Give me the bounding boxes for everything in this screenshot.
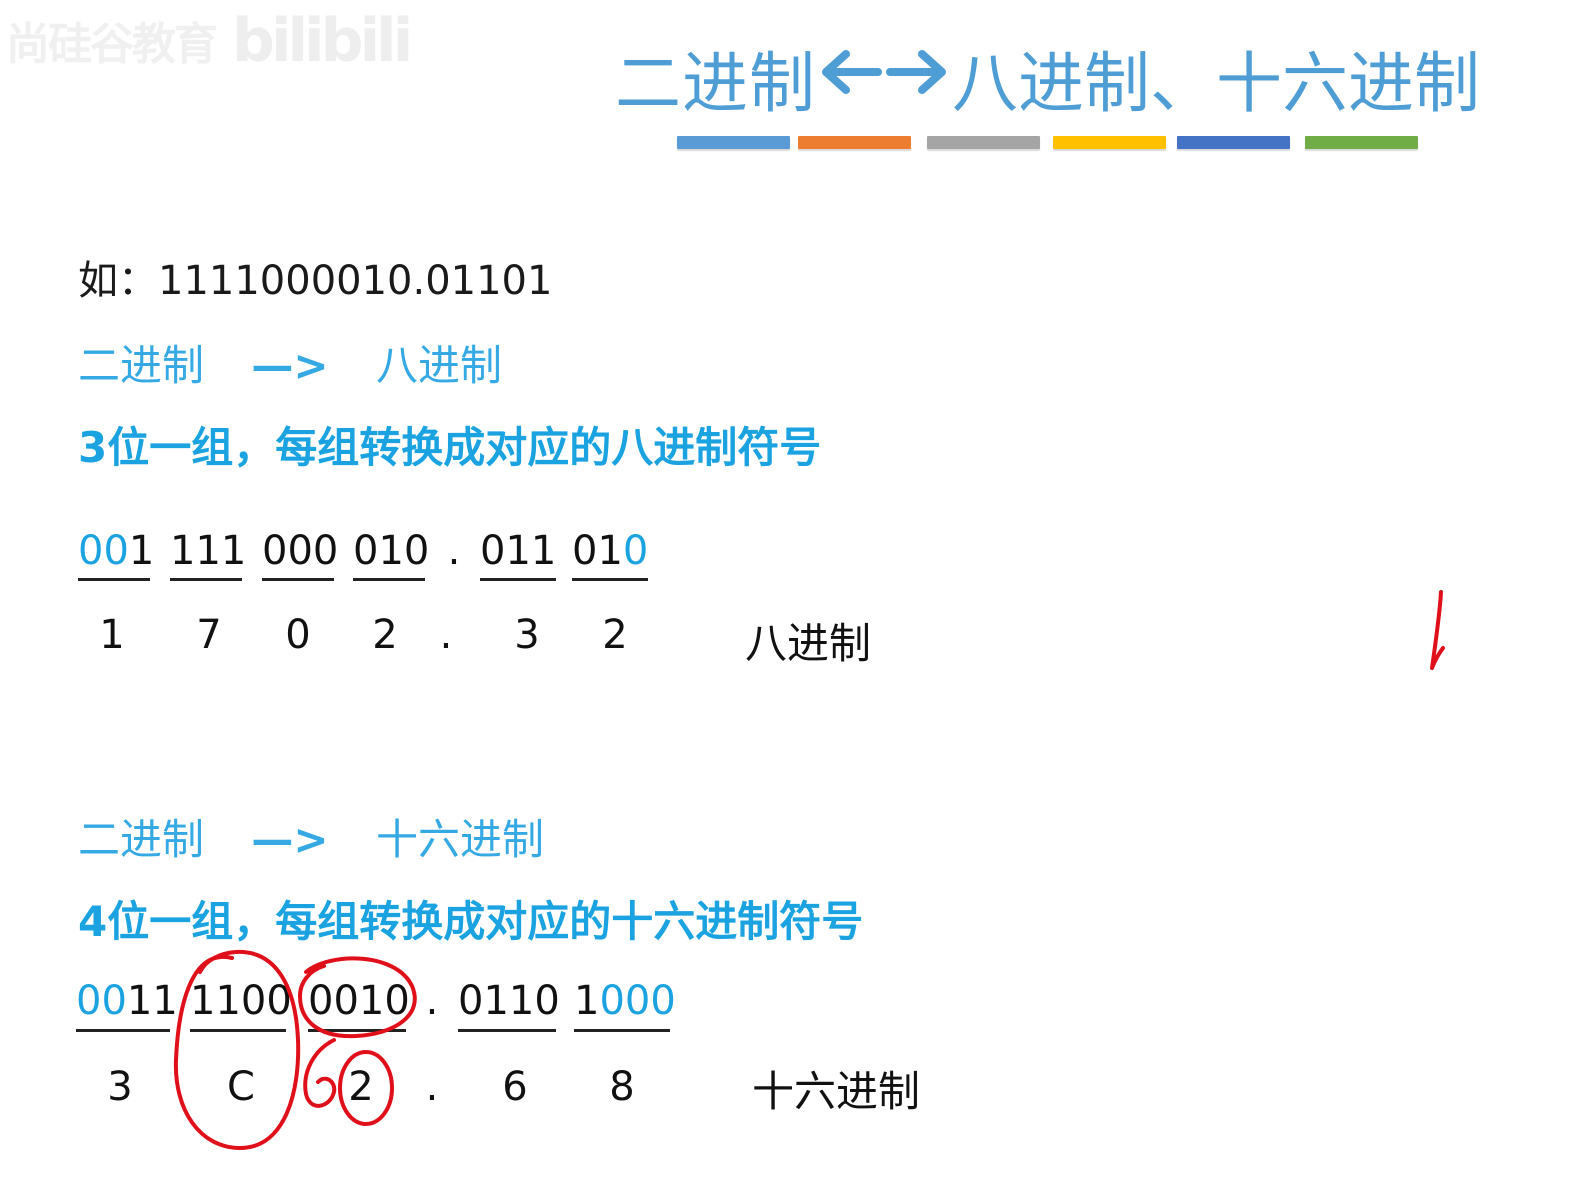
octal_section-binary-group: 001: [78, 528, 154, 574]
octal-heading-to: 八进制: [375, 341, 502, 390]
octal_section-group-underline: [170, 578, 242, 581]
group-bits: 1100: [190, 978, 292, 1024]
hex_section-binary-group: 0011: [76, 978, 178, 1024]
hex_section-group-underline: [458, 1029, 556, 1032]
hex_section-binary-group: 1000: [574, 978, 676, 1024]
title-bar-4: [1053, 136, 1166, 149]
example-line: 如：1111000010.01101: [78, 248, 552, 306]
octal-heading-from: 二进制: [78, 341, 205, 390]
group-bits: 1: [574, 978, 600, 1024]
hex_section-converted-digit: 3: [107, 1064, 133, 1110]
octal-heading: 二进制 —> 八进制: [78, 332, 502, 393]
hex_section-binary-group: 0010: [308, 978, 410, 1024]
title-bar-6: [1305, 136, 1418, 149]
hex_section-group-underline: [190, 1029, 286, 1032]
octal-result-label: 八进制: [745, 619, 872, 668]
hex-heading-arrow: —>: [251, 815, 329, 864]
hex_section-group-underline: [308, 1029, 406, 1032]
group-bits: 0010: [308, 978, 410, 1024]
octal_section-binary-group: 011: [480, 528, 556, 574]
hex_section-converted-digit: .: [425, 1064, 439, 1110]
octal_section-converted-digit: 2: [372, 612, 398, 658]
title-bar-2: [798, 136, 911, 149]
octal_section-group-underline: [262, 578, 334, 581]
bilibili-logo: bilibili: [232, 6, 413, 76]
page-title-right: 八进制、十六进制: [952, 45, 1480, 122]
hex_section-converted-digit: 6: [502, 1064, 528, 1110]
hex_section-binary-group: 1100: [190, 978, 292, 1024]
octal-description: 3位一组，每组转换成对应的八进制符号: [78, 423, 822, 472]
highlighted-padding-zeros: 000: [599, 978, 676, 1024]
octal_section-group-underline: [480, 578, 556, 581]
octal_section-group-underline: [572, 578, 648, 581]
octal_section-binary-group: .: [440, 528, 468, 574]
group-bits: 01: [572, 528, 623, 574]
octal_section-converted-digit: 2: [602, 612, 628, 658]
hex_section-converted-digit: 8: [609, 1064, 635, 1110]
hex_section-converted-digit: C: [227, 1064, 255, 1110]
hex_section-converted-digit: 2: [348, 1064, 374, 1110]
title-bar-5: [1177, 136, 1290, 149]
highlighted-padding-zeros: 00: [78, 528, 129, 574]
group-bits: 0110: [458, 978, 560, 1024]
pen-mark-right: [1430, 590, 1445, 670]
octal_section-binary-group: 010: [572, 528, 648, 574]
group-bits: 011: [480, 528, 557, 574]
octal_section-converted-digit: 1: [99, 612, 125, 658]
title-bar-3: [927, 136, 1040, 149]
octal-heading-arrow: —>: [251, 341, 329, 390]
pen-arrow-hook: [303, 1038, 337, 1108]
watermark-text: 尚硅谷教育: [6, 19, 218, 70]
octal_section-converted-digit: .: [439, 612, 453, 658]
octal_section-binary-group: 000: [262, 528, 338, 574]
hex_section-binary-group: .: [418, 978, 446, 1024]
title-arrows: [820, 42, 950, 102]
group-bits: .: [447, 528, 461, 574]
example-prefix: 如：: [78, 258, 158, 304]
hex-description: 4位一组，每组转换成对应的十六进制符号: [78, 897, 864, 946]
hex-result-label: 十六进制: [752, 1067, 921, 1116]
highlighted-padding-zeros: 0: [622, 528, 649, 574]
hex_section-group-underline: [76, 1029, 170, 1032]
octal_section-converted-digit: 7: [196, 612, 222, 658]
double-arrow-icon: [822, 50, 946, 94]
watermark: 尚硅谷教育 bilibili: [0, 0, 420, 80]
title-bar-1: [677, 136, 790, 149]
group-bits: 11: [126, 978, 178, 1024]
octal_section-converted-digit: 3: [514, 612, 540, 658]
page-title-left: 二进制: [615, 45, 816, 122]
example-number: 1111000010.01101: [158, 258, 553, 304]
octal_section-converted-digit: 0: [285, 612, 311, 658]
group-bits: 111: [170, 528, 247, 574]
hex_section-binary-group: 0110: [458, 978, 560, 1024]
hex_section-group-underline: [574, 1029, 670, 1032]
octal_section-group-underline: [353, 578, 425, 581]
octal_section-binary-group: 111: [170, 528, 246, 574]
group-bits: 010: [353, 528, 430, 574]
group-bits: 000: [262, 528, 339, 574]
octal_section-group-underline: [78, 578, 150, 581]
octal_section-binary-group: 010: [353, 528, 429, 574]
hex-heading: 二进制 —> 十六进制: [78, 806, 544, 867]
group-bits: .: [425, 978, 439, 1024]
hex-heading-from: 二进制: [78, 815, 205, 864]
group-bits: 1: [128, 528, 155, 574]
highlighted-padding-zeros: 00: [76, 978, 127, 1024]
hex-heading-to: 十六进制: [375, 815, 544, 864]
